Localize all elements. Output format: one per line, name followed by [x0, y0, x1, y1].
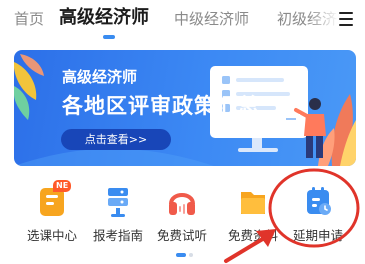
- view-details-button[interactable]: 点击查看>>: [61, 129, 171, 150]
- arrow-annotation: [224, 229, 276, 263]
- active-tab-indicator: [103, 35, 115, 39]
- app-home: 首页 高级经济师 中级经济师 初级经济: [0, 0, 365, 264]
- headphones-icon: [166, 182, 198, 218]
- highlight-circle-annotation: [268, 168, 360, 248]
- category-tab-bar: 首页 高级经济师 中级经济师 初级经济: [0, 0, 365, 44]
- guide-icon: [102, 182, 134, 218]
- banner-title: 高级经济师: [62, 68, 138, 86]
- folder-icon: [237, 182, 269, 218]
- entry-label: 选课中心: [26, 228, 77, 243]
- tab-home[interactable]: 首页: [14, 8, 44, 30]
- pager-dot-active: [176, 253, 186, 257]
- entry-exam-guide[interactable]: 报考指南: [86, 182, 150, 244]
- entry-course-center[interactable]: 选课中心: [20, 182, 84, 244]
- entry-free-trial[interactable]: 免费试听: [150, 182, 214, 244]
- entry-label: 报考指南: [92, 228, 143, 243]
- new-badge: NE: [53, 180, 72, 192]
- banner-headline: 各地区评审政策汇总: [62, 94, 260, 118]
- promo-banner[interactable]: 高级经济师 各地区评审政策汇总 点击查看>>: [14, 50, 356, 166]
- tab-intermediate-economist[interactable]: 中级经济师: [174, 8, 249, 30]
- pager-dot: [189, 253, 193, 257]
- menu-icon[interactable]: [337, 10, 357, 28]
- tab-senior-economist[interactable]: 高级经济师: [59, 6, 149, 30]
- entry-label: 免费试听: [156, 228, 207, 243]
